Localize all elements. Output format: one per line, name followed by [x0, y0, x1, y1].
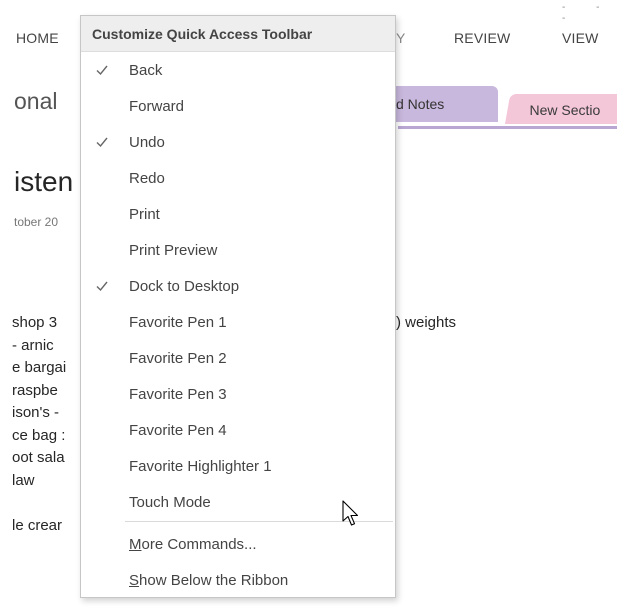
menu-item-label: Favorite Pen 3: [129, 386, 227, 403]
menu-item-label: Print: [129, 206, 160, 223]
page-title[interactable]: isten: [14, 166, 73, 198]
menu-item-label: Undo: [129, 134, 165, 151]
note-blank-line: [12, 492, 66, 515]
section-underline: [398, 126, 617, 129]
menu-item-label-rest: how Below the Ribbon: [139, 572, 289, 589]
menu-item-show-below-ribbon[interactable]: Show Below the Ribbon: [81, 562, 395, 598]
note-line[interactable]: law: [12, 470, 66, 493]
section-tab-label: New Sectio: [529, 102, 601, 118]
page-date: tober 20: [14, 215, 59, 229]
menu-item-label: Favorite Pen 2: [129, 350, 227, 367]
menu-item-label-rest: ore Commands...: [141, 536, 257, 553]
menu-header: Customize Quick Access Toolbar: [81, 16, 395, 52]
menu-item-label: Redo: [129, 170, 165, 187]
menu-item-favorite-pen-3[interactable]: Favorite Pen 3: [81, 376, 395, 412]
menu-item-label: Forward: [129, 98, 185, 115]
checkmark-icon: [96, 137, 108, 148]
note-body[interactable]: shop 3 - arnic e bargai raspbe ison's - …: [12, 312, 66, 537]
checkmark-icon: [96, 65, 108, 76]
menu-item-print-preview[interactable]: Print Preview: [81, 232, 395, 268]
menu-item-label: Back: [129, 62, 163, 79]
menu-item-label: Favorite Highlighter 1: [129, 458, 272, 475]
note-line[interactable]: - arnic: [12, 335, 66, 358]
note-line[interactable]: shop 3: [12, 312, 66, 335]
menu-item-label: Print Preview: [129, 242, 218, 259]
note-line[interactable]: e bargai: [12, 357, 66, 380]
mouse-pointer-icon: [342, 500, 359, 526]
tab-partial[interactable]: Y: [396, 30, 406, 46]
tab-home[interactable]: HOME: [16, 30, 59, 46]
menu-item-label: Favorite Pen 4: [129, 422, 227, 439]
accelerator-key: M: [129, 536, 142, 553]
menu-item-label: Touch Mode: [129, 494, 211, 511]
note-line[interactable]: oot sala: [12, 447, 66, 470]
menu-item-forward[interactable]: Forward: [81, 88, 395, 124]
checkmark-icon: [96, 281, 108, 292]
menu-title: Customize Quick Access Toolbar: [92, 26, 313, 42]
menu-item-redo[interactable]: Redo: [81, 160, 395, 196]
menu-item-favorite-pen-4[interactable]: Favorite Pen 4: [81, 412, 395, 448]
menu-item-label: Dock to Desktop: [129, 278, 240, 295]
tab-view[interactable]: VIEW: [562, 30, 599, 46]
tab-review[interactable]: REVIEW: [454, 30, 510, 46]
menu-item-label: Show Below the Ribbon: [129, 572, 288, 589]
menu-item-print[interactable]: Print: [81, 196, 395, 232]
note-line[interactable]: ce bag :: [12, 425, 66, 448]
note-line[interactable]: ison's -: [12, 402, 66, 425]
menu-item-favorite-highlighter-1[interactable]: Favorite Highlighter 1: [81, 448, 395, 484]
note-line-right[interactable]: ) weights: [396, 312, 456, 335]
menu-item-back[interactable]: Back: [81, 52, 395, 88]
section-tab-new-section[interactable]: New Sectio: [505, 94, 617, 124]
note-line[interactable]: raspbe: [12, 380, 66, 403]
note-line[interactable]: le crear: [12, 515, 66, 538]
menu-item-label: More Commands...: [129, 536, 257, 553]
menu-item-favorite-pen-1[interactable]: Favorite Pen 1: [81, 304, 395, 340]
title-bar-dots: - - -: [562, 2, 614, 24]
accelerator-key: S: [129, 572, 140, 589]
menu-item-more-commands[interactable]: More Commands...: [81, 526, 395, 562]
menu-item-label: Favorite Pen 1: [129, 314, 227, 331]
menu-item-favorite-pen-2[interactable]: Favorite Pen 2: [81, 340, 395, 376]
menu-item-undo[interactable]: Undo: [81, 124, 395, 160]
menu-item-dock-to-desktop[interactable]: Dock to Desktop: [81, 268, 395, 304]
